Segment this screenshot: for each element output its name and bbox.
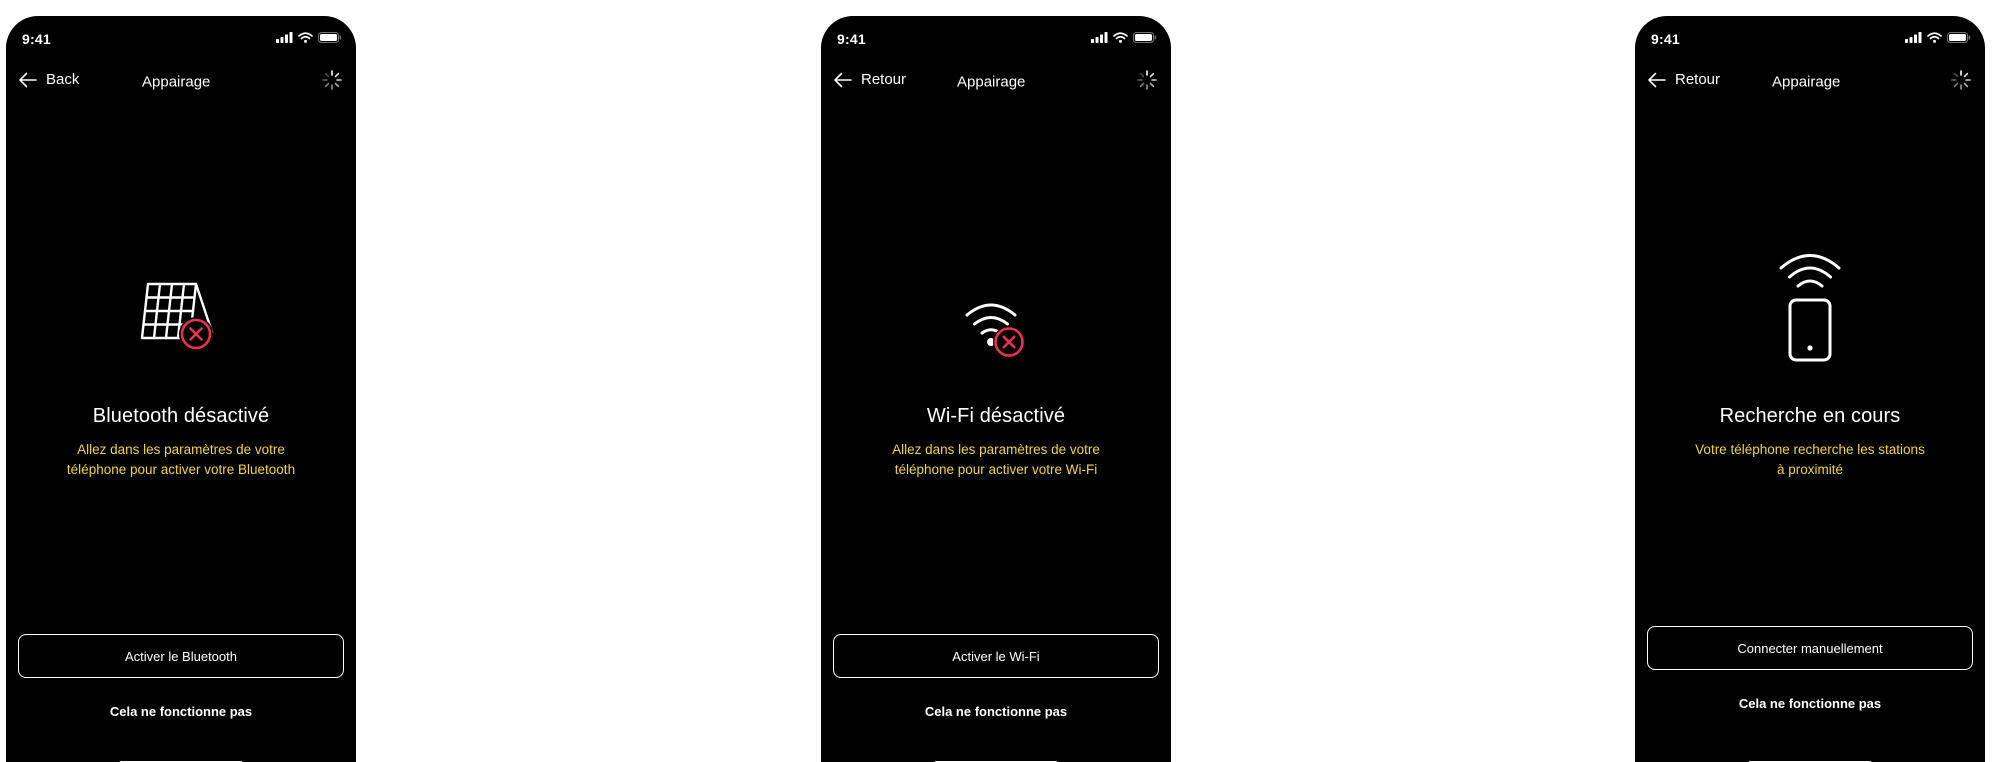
nav-bar: Back Appairage	[6, 63, 356, 99]
status-bar: 9:41	[6, 26, 356, 50]
description-line-2: téléphone pour activer votre Bluetooth	[66, 462, 296, 477]
cellular-signal-icon	[1091, 32, 1108, 43]
not-working-link[interactable]: Cela ne fonctionne pas	[1635, 696, 1985, 711]
not-working-link[interactable]: Cela ne fonctionne pas	[821, 704, 1171, 719]
cellular-signal-icon	[1905, 32, 1922, 43]
description-line-2: téléphone pour activer votre Wi-Fi	[894, 462, 1098, 477]
arrow-left-icon	[1648, 72, 1666, 87]
connect-manually-button[interactable]: Connecter manuellement	[1647, 626, 1973, 670]
screen-description: Votre téléphone recherche les stations à…	[1653, 440, 1967, 480]
status-icons	[276, 32, 342, 43]
screen-description: Allez dans les paramètres de votre télép…	[839, 440, 1153, 480]
back-button[interactable]: Retour	[833, 71, 906, 88]
description-line-1: Allez dans les paramètres de votre	[77, 442, 285, 457]
activate-bluetooth-button[interactable]: Activer le Bluetooth	[18, 634, 344, 678]
back-button[interactable]: Retour	[1647, 71, 1720, 88]
wifi-status-icon	[1113, 32, 1128, 43]
wifi-status-icon	[298, 32, 313, 43]
arrow-left-icon	[834, 72, 852, 87]
description-line-1: Allez dans les paramètres de votre	[892, 442, 1100, 457]
hero-icon-wrapper	[6, 278, 356, 356]
battery-icon	[1133, 32, 1157, 43]
solar-panel-error-icon	[140, 282, 214, 351]
wifi-error-icon	[965, 303, 1025, 358]
nav-title: Appairage	[957, 73, 1026, 91]
phone-screen-bluetooth-off: 9:41 Back Appairage Bluetooth désactivé …	[6, 16, 356, 762]
back-label: Retour	[861, 71, 907, 88]
phone-searching-icon	[1779, 254, 1841, 362]
battery-icon	[1947, 32, 1971, 43]
screen-title: Recherche en cours	[1719, 405, 1901, 427]
status-bar: 9:41	[821, 26, 1171, 50]
nav-bar: Retour Appairage	[821, 63, 1171, 99]
not-working-link[interactable]: Cela ne fonctionne pas	[6, 704, 356, 719]
phone-screen-searching: 9:41 Retour Appairage Recherche en cours…	[1635, 16, 1985, 762]
status-bar: 9:41	[1635, 26, 1985, 50]
loading-spinner-icon	[1137, 70, 1157, 90]
arrow-left-icon	[19, 72, 37, 87]
back-label: Back	[46, 71, 80, 88]
screen-description: Allez dans les paramètres de votre télép…	[24, 440, 338, 480]
activate-wifi-button[interactable]: Activer le Wi-Fi	[833, 634, 1159, 678]
screen-title: Wi-Fi désactivé	[926, 405, 1066, 427]
description-line-1: Votre téléphone recherche les stations	[1695, 442, 1925, 457]
status-time: 9:41	[837, 31, 866, 47]
status-icons	[1905, 32, 1971, 43]
screen-title: Bluetooth désactivé	[92, 405, 270, 427]
nav-title: Appairage	[142, 73, 211, 91]
artboard: 9:41 Back Appairage Bluetooth désactivé …	[0, 0, 1993, 762]
status-time: 9:41	[1651, 31, 1680, 47]
wifi-status-icon	[1927, 32, 1942, 43]
back-label: Retour	[1675, 71, 1721, 88]
back-button[interactable]: Back	[18, 71, 79, 88]
status-icons	[1091, 32, 1157, 43]
nav-bar: Retour Appairage	[1635, 63, 1985, 99]
cellular-signal-icon	[276, 32, 293, 43]
nav-title: Appairage	[1772, 73, 1841, 91]
description-line-2: à proximité	[1776, 462, 1844, 477]
loading-spinner-icon	[322, 70, 342, 90]
hero-icon-wrapper	[1635, 245, 1985, 365]
loading-spinner-icon	[1951, 70, 1971, 90]
phone-screen-wifi-off: 9:41 Retour Appairage Wi-Fi désactivé Al…	[821, 16, 1171, 762]
battery-icon	[318, 32, 342, 43]
hero-icon-wrapper	[821, 292, 1171, 364]
status-time: 9:41	[22, 31, 51, 47]
